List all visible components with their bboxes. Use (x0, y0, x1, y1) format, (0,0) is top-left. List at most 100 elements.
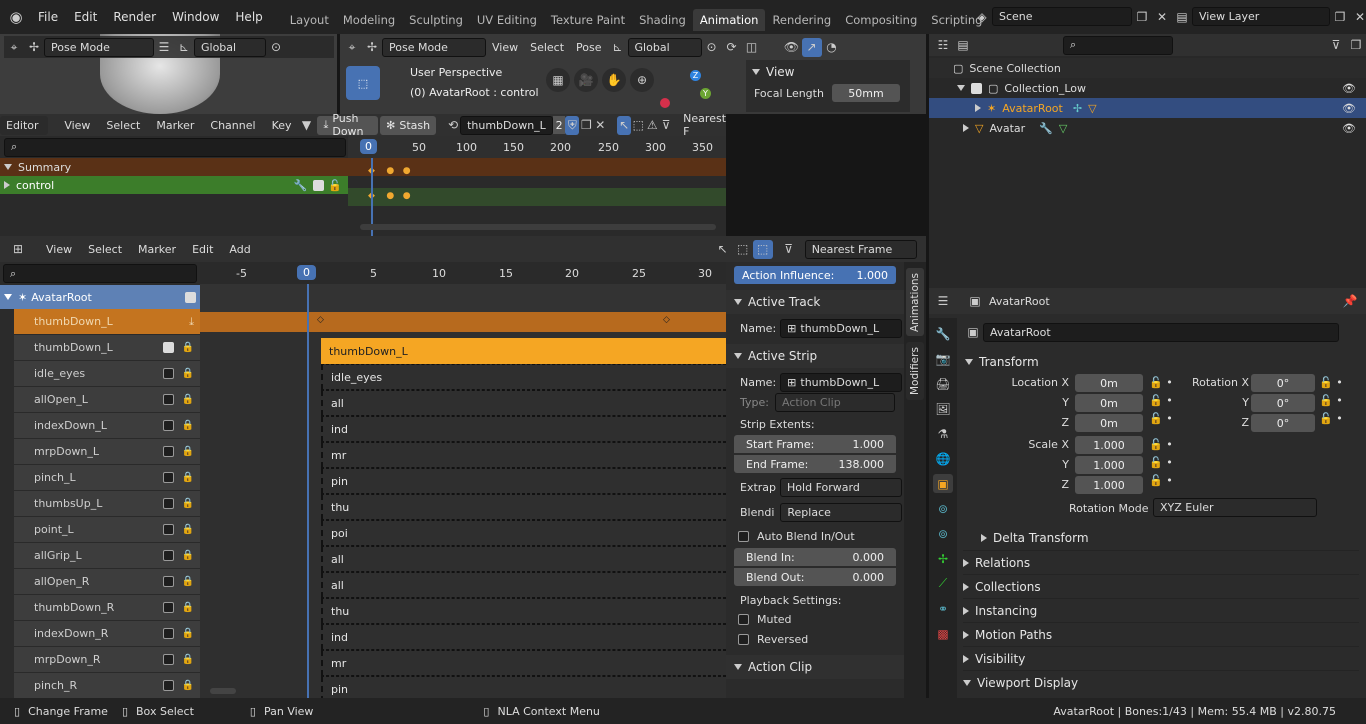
select-box-tool-icon[interactable]: ⬚ (346, 66, 380, 100)
nla-track-row[interactable]: pinch_L 🔒 (14, 465, 200, 491)
lock-icon[interactable]: 🔒 (182, 472, 194, 483)
show-hidden-icon[interactable]: ⬚ (631, 116, 645, 135)
object-properties-icon[interactable]: ▣ (933, 474, 953, 493)
remove-view-layer-icon[interactable]: ✕ (1350, 7, 1366, 26)
viewport-menu-pose[interactable]: Pose (570, 41, 607, 54)
nla-track-row[interactable]: thumbDown_R 🔒 (14, 595, 200, 621)
tab-rendering[interactable]: Rendering (765, 9, 838, 31)
ds-menu-marker[interactable]: Marker (148, 119, 202, 132)
auto-blend-row[interactable]: Auto Blend In/Out (726, 526, 904, 546)
snap-icon[interactable]: ⟳ (722, 38, 742, 57)
active-strip-header[interactable]: Active Strip (726, 344, 904, 368)
section-instancing[interactable]: Instancing (963, 598, 1359, 622)
snap-select[interactable]: Nearest F (673, 112, 726, 138)
tool-icon[interactable]: 🔧 (933, 324, 953, 343)
nla-menu-add[interactable]: Add (221, 243, 258, 256)
filter-icon[interactable]: ⊽ (659, 116, 673, 135)
lock-icon[interactable]: 🔒 (182, 342, 194, 353)
tab-uv-editing[interactable]: UV Editing (470, 9, 544, 31)
nla-track-row[interactable]: allOpen_L 🔒 (14, 387, 200, 413)
lock-icon[interactable]: 🔒 (182, 628, 194, 639)
mode-select[interactable]: Pose Mode (382, 37, 486, 57)
fake-user-shield-icon[interactable]: ⛨ (565, 115, 580, 135)
track-mute-checkbox[interactable] (162, 576, 174, 587)
menu-help[interactable]: Help (227, 10, 270, 24)
new-view-layer-icon[interactable]: ❐ (1330, 7, 1350, 26)
unlink-action-icon[interactable]: ✕ (593, 116, 607, 135)
axis-y-icon[interactable]: Y (700, 88, 711, 99)
action-clip-header[interactable]: Action Clip (726, 655, 904, 679)
eye-icon[interactable]: 👁 (1342, 102, 1356, 115)
nla-menu-edit[interactable]: Edit (184, 243, 221, 256)
nla-strip[interactable]: thu (321, 494, 726, 520)
menu-file[interactable]: File (30, 10, 66, 24)
ds-menu-select[interactable]: Select (98, 119, 148, 132)
track-mute-checkbox[interactable] (162, 654, 174, 665)
ds-menu-channel[interactable]: Channel (202, 119, 263, 132)
viewport-menu-select[interactable]: Select (524, 41, 570, 54)
nla-strip[interactable]: thu (321, 598, 726, 624)
gizmo-icon[interactable]: ↗ (801, 37, 822, 57)
axis-z-icon[interactable]: Z (690, 70, 701, 81)
active-track-header[interactable]: Active Track (726, 290, 904, 314)
lock-icon[interactable]: 🔒 (182, 446, 194, 457)
rotation-mode-select[interactable]: XYZ Euler (1153, 498, 1317, 517)
view-layer-field[interactable]: View Layer (1192, 7, 1330, 26)
nla-strip[interactable]: poi (321, 520, 726, 546)
tab-animations[interactable]: Animations (906, 268, 924, 336)
filter-only-selected-icon[interactable]: ▼ (300, 116, 314, 135)
lock-icon[interactable]: 🔒 (182, 394, 194, 405)
show-hidden-icon[interactable]: ⬚ (733, 240, 753, 259)
object-name-field[interactable]: AvatarRoot (983, 322, 1339, 342)
display-mode-icon[interactable]: ▤ (953, 36, 973, 55)
location-y-field[interactable]: 0m (1075, 394, 1143, 412)
channel-keyframes[interactable]: ◆ ● ● (368, 191, 411, 201)
nla-frame-ruler[interactable]: -5 0 5 10 15 20 25 30 (200, 262, 726, 284)
location-x-field[interactable]: 0m (1075, 374, 1143, 392)
summary-keyframes[interactable]: ◆ ● ● (368, 166, 411, 176)
rotation-y-field[interactable]: 0° (1251, 394, 1315, 412)
bone-icon[interactable]: ⟋ (933, 574, 953, 593)
editor-type-icon[interactable]: ⊞ (8, 240, 28, 259)
action-keyframe-end[interactable]: ◇ (663, 315, 670, 325)
menu-window[interactable]: Window (164, 10, 227, 24)
scale-lock-icons[interactable]: 🔓 • 🔓 • 🔓 • (1149, 436, 1173, 490)
remove-scene-icon[interactable]: ✕ (1152, 7, 1172, 26)
new-scene-icon[interactable]: ❐ (1132, 7, 1152, 26)
editor-type-icon[interactable]: ☰ (933, 292, 953, 311)
ds-summary-row[interactable]: Summary ◆ ● ● (0, 158, 726, 176)
lock-icon[interactable]: 🔒 (182, 550, 194, 561)
constraints-icon[interactable]: ⊚ (933, 499, 953, 518)
nla-track-row[interactable]: allOpen_R 🔒 (14, 569, 200, 595)
nla-menu-select[interactable]: Select (80, 243, 130, 256)
nla-strip[interactable]: all (321, 572, 726, 598)
push-down-icon[interactable]: ⤓ (189, 315, 194, 329)
nla-track-row[interactable]: point_L 🔒 (14, 517, 200, 543)
include-missing-icon[interactable]: ⬚ (752, 239, 773, 259)
nla-strip-active[interactable]: thumbDown_L (321, 338, 726, 364)
view-layer-icon[interactable]: ▤ (1172, 7, 1192, 26)
new-collection-icon[interactable]: ❐ (1346, 36, 1366, 55)
menu-icon[interactable]: ☰ (154, 38, 174, 57)
action-influence-field[interactable]: Action Influence: 1.000 (734, 266, 896, 284)
scene-field[interactable]: Scene (992, 7, 1132, 26)
blending-select[interactable]: Replace (780, 502, 903, 522)
section-collections[interactable]: Collections (963, 574, 1359, 598)
editor-type-icon[interactable]: ⌖ (4, 38, 24, 57)
visibility-icon[interactable]: 👁 (782, 38, 802, 57)
blend-out-field[interactable]: Blend Out: 0.000 (734, 568, 896, 586)
focal-length-field[interactable]: 50mm (831, 84, 900, 102)
outliner-search[interactable]: ⌕ (1063, 35, 1173, 55)
scene-collection-row[interactable]: ▢ Scene Collection (929, 58, 1366, 78)
track-mute-checkbox[interactable] (162, 394, 174, 405)
nla-track-row[interactable]: indexDown_R 🔒 (14, 621, 200, 647)
stash-button[interactable]: ✻ Stash (380, 115, 437, 135)
lock-icon[interactable]: 🔒 (182, 654, 194, 665)
lock-icon[interactable]: 🔒 (182, 524, 194, 535)
section-viewport-display[interactable]: Viewport Display (963, 670, 1359, 694)
track-mute-checkbox[interactable] (162, 680, 174, 691)
nla-menu-view[interactable]: View (38, 243, 80, 256)
muted-row[interactable]: Muted (726, 609, 904, 629)
blend-in-field[interactable]: Blend In: 0.000 (734, 548, 896, 566)
channel-search[interactable]: ⌕ (4, 137, 346, 157)
